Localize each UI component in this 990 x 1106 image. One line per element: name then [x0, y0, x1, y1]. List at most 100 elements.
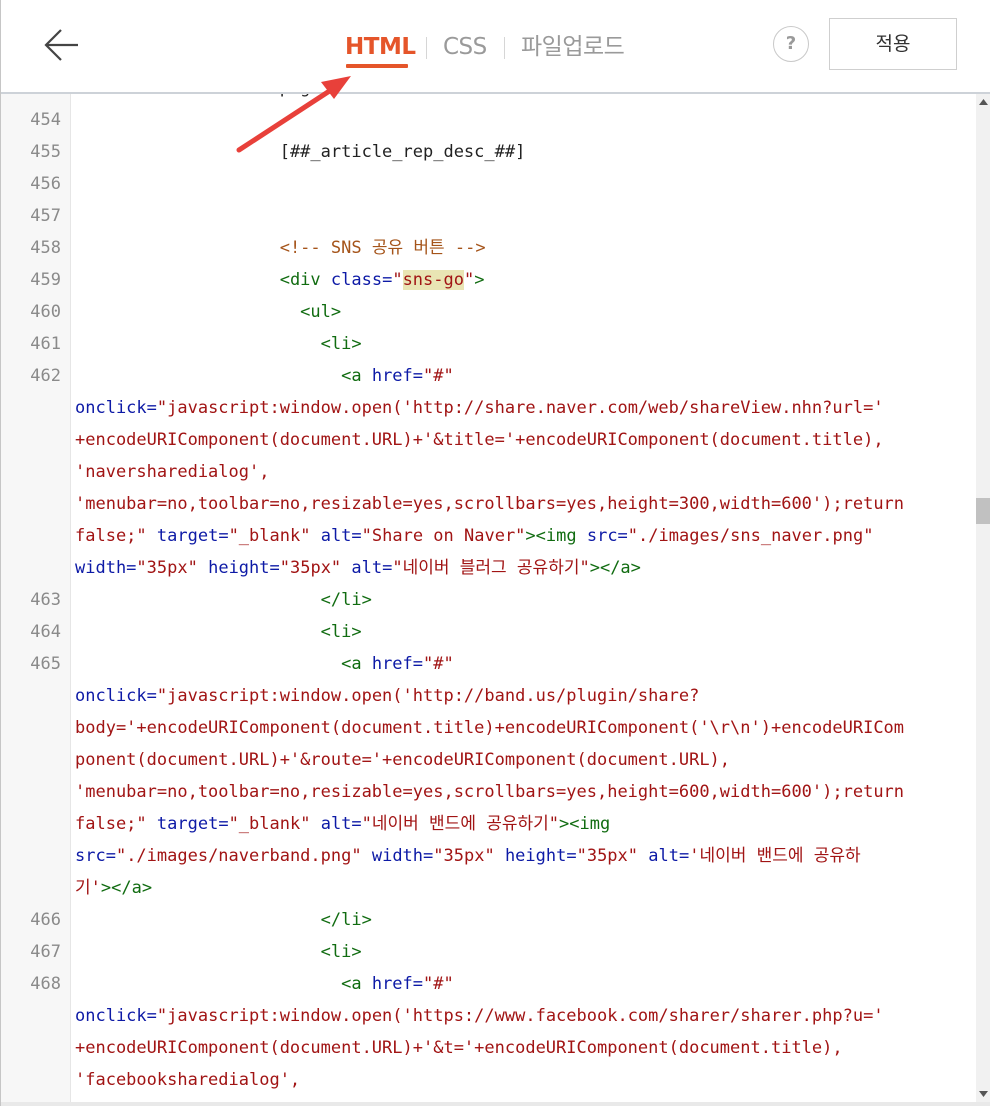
- code-line[interactable]: 466 </li>: [1, 904, 976, 936]
- vertical-scrollbar[interactable]: [976, 94, 990, 1106]
- code-line[interactable]: 463 </li>: [1, 584, 976, 616]
- line-number: 466: [30, 910, 61, 930]
- code-line[interactable]: 464 <li>: [1, 616, 976, 648]
- code-token: onclick=: [75, 1006, 157, 1026]
- line-number: 455: [30, 142, 61, 162]
- code-token: "./images/sns_naver.png": [627, 526, 874, 546]
- code-token: "./images/naverband.png": [115, 846, 362, 866]
- code-token: "35px": [576, 846, 639, 866]
- code-line[interactable]: 465 <a href="#" onclick="javascript:wind…: [1, 648, 976, 904]
- code-token: ></a>: [589, 558, 641, 578]
- line-number: 459: [30, 270, 61, 290]
- code-token: src=: [586, 526, 628, 546]
- line-number: 468: [30, 974, 61, 994]
- line-number: 454: [30, 110, 61, 130]
- code-text: <ul>: [75, 296, 967, 328]
- code-text: </li>: [75, 584, 967, 616]
- code-line[interactable]: png: [1, 94, 976, 104]
- code-line[interactable]: 462 <a href="#" onclick="javascript:wind…: [1, 360, 976, 584]
- active-tab-indicator: [346, 64, 408, 68]
- code-line[interactable]: 455 [##_article_rep_desc_##]: [1, 136, 976, 168]
- code-text: <li>: [75, 616, 967, 648]
- code-token: <a: [341, 974, 372, 994]
- code-token: <div: [279, 270, 331, 290]
- code-line[interactable]: 456 ​: [1, 168, 976, 200]
- code-text: <a href="#" onclick="javascript:window.o…: [75, 648, 967, 904]
- code-token: ></a>: [100, 878, 153, 898]
- tab-css[interactable]: CSS: [443, 30, 487, 64]
- code-token: >: [474, 270, 485, 290]
- editor-header: HTML CSS 파일업로드 ? 적용: [1, 0, 990, 94]
- line-number: 467: [30, 942, 61, 962]
- code-token: "Share on Naver": [361, 526, 526, 546]
- code-token: width=: [371, 846, 434, 866]
- code-token: <li>: [320, 622, 362, 642]
- code-token: "#": [423, 654, 454, 674]
- code-token: class=: [330, 270, 393, 290]
- code-token: ><img: [525, 526, 587, 546]
- code-token: "javascript:window.open('https://www.fac…: [75, 1006, 884, 1090]
- scrollbar-thumb[interactable]: [976, 498, 990, 524]
- code-editor[interactable]: png454​455 [##_article_rep_desc_##]456​4…: [1, 94, 990, 1106]
- code-token: "35px": [433, 846, 495, 866]
- line-number: 456: [30, 174, 61, 194]
- code-line[interactable]: 459 <div class="sns-go">: [1, 264, 976, 296]
- code-token: </li>: [320, 590, 372, 610]
- code-token: "35px": [136, 558, 198, 578]
- code-text: <a href="#" onclick="javascript:window.o…: [75, 360, 967, 584]
- tab-divider: [426, 37, 427, 59]
- code-token: alt=: [320, 526, 362, 546]
- code-editor-window: HTML CSS 파일업로드 ? 적용 png454​455 [##_artic…: [0, 0, 990, 1106]
- code-token: href=: [371, 366, 424, 386]
- code-text: <li>: [75, 936, 967, 968]
- scroll-down-arrow-icon[interactable]: [976, 1086, 990, 1102]
- code-token: "_blank": [228, 814, 311, 834]
- scroll-up-arrow-icon[interactable]: [976, 94, 990, 110]
- code-line[interactable]: 460 <ul>: [1, 296, 976, 328]
- code-token: <a: [341, 654, 372, 674]
- apply-button[interactable]: 적용: [829, 18, 957, 70]
- code-token: alt=: [320, 814, 362, 834]
- tab-divider: [504, 37, 505, 59]
- code-text: </li>: [75, 904, 967, 936]
- code-line[interactable]: 454 ​: [1, 104, 976, 136]
- code-line[interactable]: 467 <li>: [1, 936, 976, 968]
- code-token: alt=: [648, 846, 690, 866]
- code-line[interactable]: 461 <li>: [1, 328, 976, 360]
- tab-html[interactable]: HTML: [345, 30, 416, 64]
- code-text: ​: [75, 200, 967, 232]
- code-token: ": [392, 270, 403, 290]
- code-token: <a: [341, 366, 372, 386]
- line-number: 465: [30, 654, 61, 674]
- code-token: src=: [75, 846, 116, 866]
- code-token: "_blank": [228, 526, 311, 546]
- code-line[interactable]: 458 <!-- SNS 공유 버튼 -->: [1, 232, 976, 264]
- code-token: <ul>: [300, 302, 342, 322]
- code-token: <!-- SNS 공유 버튼 -->: [279, 238, 486, 258]
- code-token: "#": [423, 974, 454, 994]
- code-token: height=: [504, 846, 577, 866]
- tab-file-upload[interactable]: 파일업로드: [521, 30, 625, 64]
- code-line[interactable]: 468 <a href="#" onclick="javascript:wind…: [1, 968, 976, 1096]
- help-button[interactable]: ?: [773, 26, 809, 62]
- code-token: height=: [208, 558, 280, 578]
- code-text: [##_article_rep_desc_##]: [75, 136, 967, 168]
- code-line[interactable]: 457 ​: [1, 200, 976, 232]
- code-token: width=: [75, 558, 137, 578]
- line-number: 462: [30, 366, 61, 386]
